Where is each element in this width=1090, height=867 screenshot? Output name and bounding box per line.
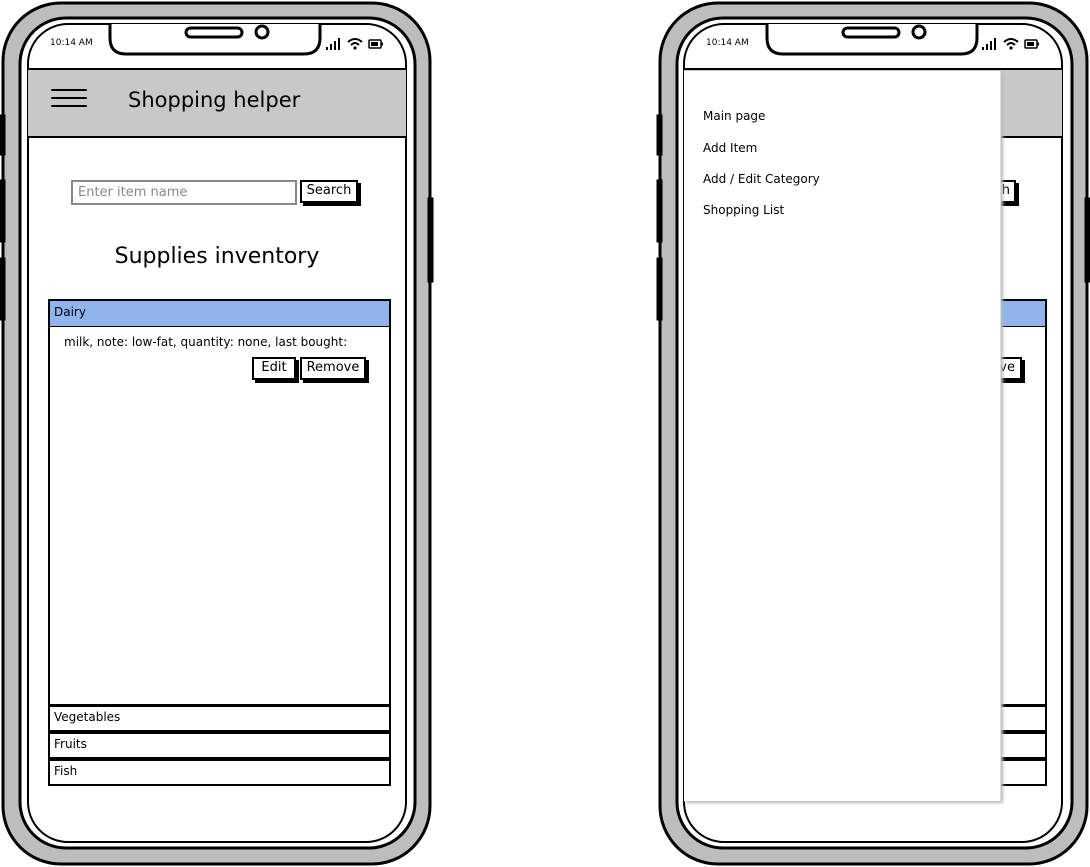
- signal-icon: [982, 38, 996, 50]
- status-time: 10:14 AM: [50, 38, 93, 48]
- app-title: Shopping helper: [128, 88, 301, 112]
- status-icons: [982, 38, 1040, 50]
- menu-item-main-page[interactable]: Main page: [703, 109, 765, 123]
- menu-item-shopping-list[interactable]: Shopping List: [703, 203, 784, 217]
- edit-button[interactable]: Edit: [252, 357, 296, 380]
- hamburger-menu-icon[interactable]: [51, 83, 87, 109]
- category-fish[interactable]: Fish: [48, 759, 391, 786]
- remove-button[interactable]: Remove: [300, 357, 366, 380]
- search-button[interactable]: Search: [300, 180, 358, 203]
- signal-icon: [326, 38, 340, 50]
- menu-item-add-item[interactable]: Add Item: [703, 141, 757, 155]
- battery-icon: [368, 39, 383, 49]
- category-dairy[interactable]: Dairy: [50, 301, 389, 327]
- battery-icon: [1024, 39, 1039, 49]
- page-title: Supplies inventory: [114, 244, 320, 269]
- search-input[interactable]: Enter item name: [71, 180, 297, 205]
- status-icons: [326, 38, 384, 50]
- menu-item-add-edit-category[interactable]: Add / Edit Category: [703, 172, 820, 186]
- category-vegetables[interactable]: Vegetables: [48, 705, 391, 732]
- status-time: 10:14 AM: [706, 38, 749, 48]
- category-accordion: Dairy milk, note: low-fat, quantity: non…: [48, 299, 391, 706]
- category-fruits[interactable]: Fruits: [48, 732, 391, 759]
- app-header: Shopping helper: [28, 68, 406, 138]
- wifi-icon: [347, 38, 363, 50]
- wifi-icon: [1003, 38, 1019, 50]
- item-description: milk, note: low-fat, quantity: none, las…: [64, 335, 348, 349]
- navigation-drawer: Main page Add Item Add / Edit Category S…: [684, 71, 1001, 801]
